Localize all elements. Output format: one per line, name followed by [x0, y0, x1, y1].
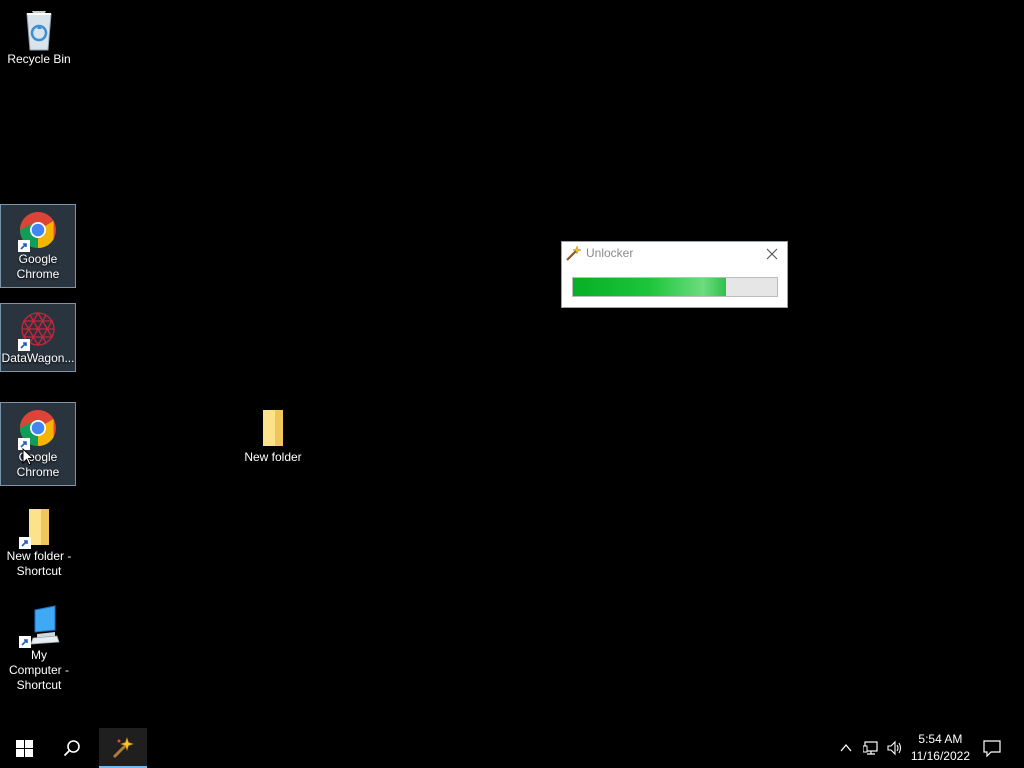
datawagon-icon [14, 307, 62, 351]
desktop-icon-label: New folder - Shortcut [6, 549, 72, 578]
chevron-up-icon[interactable] [838, 740, 854, 756]
unlocker-dialog: Unlocker [561, 241, 788, 308]
volume-icon[interactable] [886, 740, 902, 756]
mouse-cursor-icon [22, 448, 34, 466]
unlocker-wand-icon [566, 245, 582, 261]
unlocker-icon [112, 737, 134, 759]
start-button[interactable] [0, 728, 48, 768]
close-button[interactable] [759, 244, 785, 264]
desktop-icon-my-computer-shortcut[interactable]: My Computer - Shortcut [1, 601, 77, 693]
desktop-icon-new-folder[interactable]: New folder [235, 403, 311, 465]
progress-bar [572, 277, 778, 297]
desktop-icon-google-chrome[interactable]: Google Chrome [0, 204, 76, 288]
action-center-button[interactable] [980, 728, 1004, 768]
shortcut-arrow-icon [19, 636, 31, 648]
desktop-icon-new-folder-shortcut[interactable]: New folder - Shortcut [1, 502, 77, 579]
taskbar: 5:54 AM 11/16/2022 [0, 728, 1024, 768]
chrome-icon [14, 406, 62, 450]
notification-icon [983, 740, 1001, 757]
dialog-title: Unlocker [586, 246, 634, 260]
shortcut-arrow-icon [18, 339, 30, 351]
dialog-titlebar[interactable]: Unlocker [562, 242, 787, 266]
windows-start-icon [15, 739, 33, 757]
close-icon [766, 248, 778, 260]
folder-icon [249, 406, 297, 450]
desktop-icon-label: My Computer - Shortcut [8, 648, 70, 692]
desktop-icon-label: Google Chrome [16, 252, 60, 281]
clock-date: 11/16/2022 [910, 749, 970, 763]
desktop-icon-label: DataWagon... [1, 351, 75, 365]
chrome-icon [14, 208, 62, 252]
recycle-bin-icon [15, 8, 63, 52]
desktop-icon-label: Recycle Bin [7, 52, 71, 66]
folder-icon [15, 505, 63, 549]
desktop-icon-label: New folder [244, 450, 302, 464]
shortcut-arrow-icon [18, 240, 30, 252]
desktop-icon-datawagon[interactable]: DataWagon... [0, 303, 76, 372]
taskbar-app-unlocker[interactable] [99, 728, 147, 768]
search-button[interactable] [48, 728, 96, 768]
computer-icon [15, 604, 63, 648]
progress-fill [573, 278, 726, 296]
desktop-icon-recycle-bin[interactable]: Recycle Bin [1, 5, 77, 67]
system-clock[interactable]: 5:54 AM 11/16/2022 [911, 731, 970, 765]
desktop-icon-google-chrome[interactable]: Google Chrome [0, 402, 76, 486]
desktop: Recycle Bin Google Chrome DataWagon... G… [0, 0, 1024, 728]
shortcut-arrow-icon [19, 537, 31, 549]
network-icon[interactable] [863, 740, 879, 756]
search-icon [63, 740, 80, 757]
desktop-icon-label: Google Chrome [16, 450, 60, 479]
clock-time: 5:54 AM [918, 732, 963, 746]
